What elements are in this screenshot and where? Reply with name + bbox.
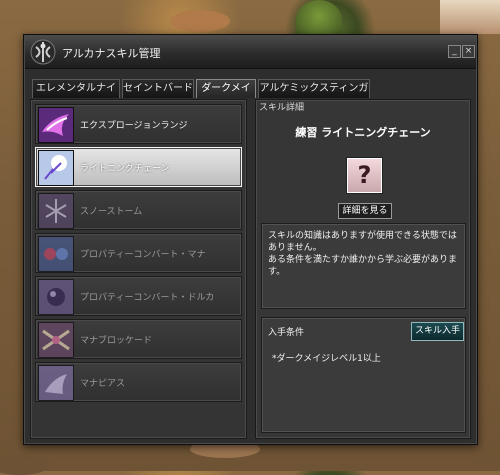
skill-item-mana-pierce[interactable]: マナピアス	[35, 362, 242, 402]
arcana-emblem-icon	[30, 39, 56, 65]
arcana-skill-window: アルカナスキル管理 _ × エレメンタルナイト セイントバード ダークメイジ ア…	[23, 34, 478, 445]
skill-title: 練習 ライトニングチェーン	[295, 126, 431, 139]
ground-rock	[0, 455, 50, 475]
tab-dark-mage[interactable]: ダークメイジ	[196, 79, 256, 112]
unknown-skill-icon: ?	[347, 158, 382, 193]
explosion-icon	[38, 107, 74, 143]
acquire-box: 入手条件 スキル入手 *ダークメイジレベル1以上	[261, 317, 466, 433]
skill-label: プロパティーコンバート・マナ	[80, 250, 206, 260]
dolca-convert-icon	[38, 279, 74, 315]
detail-header: スキル詳細	[259, 103, 305, 113]
skill-list: エクスプロージョンランジ ライトニングチェーン スノーストーム プロパティーコン…	[30, 99, 247, 439]
mana-pierce-icon	[38, 365, 74, 401]
skill-label: マナブロッケード	[80, 336, 153, 346]
skill-label: プロパティーコンバート・ドルカ	[80, 293, 215, 303]
skill-item-property-convert-mana[interactable]: プロパティーコンバート・マナ	[35, 233, 242, 273]
description-box: スキルの知識はありますが使用できる状態ではありません。 ある条件を満たすか誰かか…	[261, 223, 466, 309]
title-bar[interactable]: アルカナスキル管理 _ ×	[25, 36, 476, 69]
skill-label: エクスプロージョンランジ	[80, 121, 188, 131]
mana-blockade-icon	[38, 322, 74, 358]
skill-item-snowstorm[interactable]: スノーストーム	[35, 190, 242, 230]
skill-item-mana-blockade[interactable]: マナブロッケード	[35, 319, 242, 359]
skill-label: マナピアス	[80, 379, 126, 389]
skill-label: ライトニングチェーン	[80, 164, 170, 174]
close-button[interactable]: ×	[462, 45, 475, 58]
skill-description: スキルの知識はありますが使用できる状態ではありません。 ある条件を満たすか誰かか…	[268, 231, 458, 277]
skill-label: スノーストーム	[80, 207, 143, 217]
acquire-condition: *ダークメイジレベル1以上	[272, 354, 381, 364]
lightning-icon	[38, 150, 74, 186]
acquire-conditions-label: 入手条件	[268, 328, 305, 338]
skill-item-property-convert-dolca[interactable]: プロパティーコンバート・ドルカ	[35, 276, 242, 316]
snowstorm-icon	[38, 193, 74, 229]
acquire-skill-button[interactable]: スキル入手	[411, 322, 464, 341]
tab-alchemic-stinger[interactable]: アルケミックスティンガー	[258, 79, 370, 112]
ground-rock	[170, 10, 230, 32]
view-details-button[interactable]: 詳細を見る	[338, 203, 392, 219]
mana-convert-icon	[38, 236, 74, 272]
tab-elemental-knight[interactable]: エレメンタルナイト	[32, 79, 120, 112]
skill-detail-panel: スキル詳細 練習 ライトニングチェーン ? 詳細を見る スキルの知識はありますが…	[255, 99, 471, 439]
skill-item-lightning-chain[interactable]: ライトニングチェーン	[35, 147, 242, 187]
minimize-button[interactable]: _	[448, 45, 461, 58]
skill-item-explosion-lunge[interactable]: エクスプロージョンランジ	[35, 104, 242, 144]
window-title: アルカナスキル管理	[62, 47, 161, 60]
tab-saint-bird[interactable]: セイントバード	[122, 79, 194, 98]
background-character	[440, 0, 500, 34]
